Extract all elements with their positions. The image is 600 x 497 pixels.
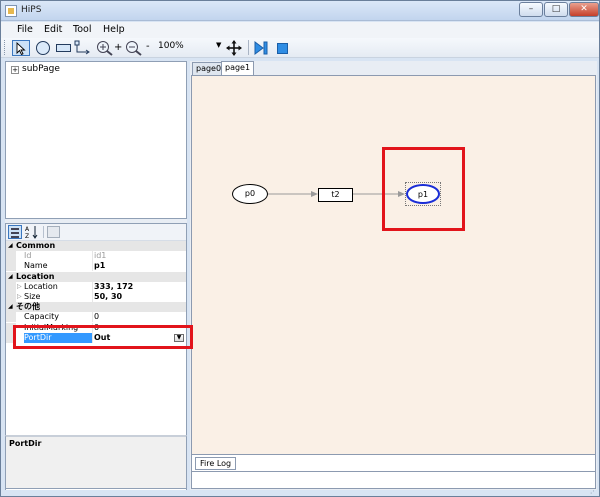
collapse-triangle-icon[interactable]: ◢ (8, 241, 13, 251)
menu-help[interactable]: Help (103, 24, 125, 35)
resize-grip-icon[interactable]: ⋰ (590, 487, 598, 495)
property-row-id[interactable]: Id id1 (6, 251, 186, 262)
zoom-level-select[interactable]: 100% ▼ (156, 41, 224, 54)
page-tree[interactable]: + subPage (5, 61, 187, 219)
property-key: Name (24, 261, 93, 272)
tab-page1[interactable]: page1 (221, 61, 255, 75)
arc-layer (268, 191, 405, 197)
property-value[interactable]: 0 (94, 312, 186, 322)
svg-text:A: A (25, 226, 30, 233)
toolbar-separator (248, 40, 249, 55)
property-row-size[interactable]: ▷ Size 50, 30 (6, 291, 186, 302)
highlight-box-property (13, 325, 193, 349)
left-panel: + subPage A Z ◢ Common Id id1 Name p1 ◢ … (5, 61, 187, 495)
category-common[interactable]: ◢ Common (6, 241, 186, 252)
step-forward-icon (254, 41, 268, 55)
place-p0[interactable]: p0 (232, 184, 268, 204)
collapse-triangle-icon[interactable]: ◢ (8, 302, 13, 312)
category-location[interactable]: ◢ Location (6, 271, 186, 282)
category-other[interactable]: ◢ その他 (6, 302, 186, 313)
menu-tool[interactable]: Tool (73, 24, 91, 35)
zoom-out-button[interactable] (125, 40, 145, 56)
category-label: Location (16, 271, 55, 281)
property-row-name[interactable]: Name p1 (6, 261, 186, 272)
property-description-title: PortDir (9, 439, 42, 448)
property-row-capacity[interactable]: Capacity 0 (6, 312, 186, 323)
rectangle-icon (56, 44, 71, 52)
minimize-button[interactable]: – (519, 2, 543, 17)
place-tool-button[interactable] (34, 40, 52, 56)
highlight-box-canvas (382, 147, 465, 231)
window-title: HiPS (21, 5, 42, 15)
transition-t2[interactable]: t2 (318, 188, 353, 202)
collapse-triangle-icon[interactable]: ◢ (8, 272, 13, 282)
property-key: Capacity (24, 312, 93, 323)
page-tabs: page0 page1 (192, 61, 597, 75)
stop-icon (277, 43, 288, 54)
zoom-level-value: 100% (158, 41, 184, 51)
tree-expander-icon[interactable]: + (11, 66, 19, 74)
status-bar (1, 490, 599, 496)
property-key: Location (24, 281, 93, 292)
property-value[interactable]: p1 (94, 261, 186, 271)
property-key: Id (24, 251, 93, 262)
app-window: HiPS – □ ✕ File Edit Tool Help + - 100% … (0, 0, 600, 497)
list-icon (11, 232, 19, 234)
zoom-out-label: - (146, 41, 150, 52)
close-button[interactable]: ✕ (569, 2, 599, 17)
expand-triangle-icon[interactable]: ▷ (17, 292, 22, 302)
sort-az-icon: A Z (25, 226, 38, 240)
cursor-arrow-icon (16, 42, 26, 55)
app-icon (5, 5, 17, 17)
arc-tool-button[interactable] (74, 40, 92, 56)
toolbar-grip[interactable] (4, 40, 7, 55)
transition-tool-button[interactable] (55, 40, 73, 56)
list-icon (11, 228, 19, 230)
menu-bar: File Edit Tool Help (1, 22, 599, 38)
menu-file[interactable]: File (17, 24, 33, 35)
property-pages-button[interactable] (47, 226, 60, 238)
title-bar[interactable]: HiPS – □ ✕ (1, 1, 599, 21)
fire-log-content (192, 471, 595, 488)
arrowhead-icon (311, 191, 318, 197)
property-row-location[interactable]: ▷ Location 333, 172 (6, 281, 186, 292)
property-description-panel: PortDir (5, 435, 187, 489)
alphabetical-sort-button[interactable]: A Z (25, 225, 39, 240)
zoom-in-button[interactable] (96, 40, 116, 56)
circle-icon (36, 41, 50, 55)
category-label: Common (16, 241, 56, 250)
stop-button[interactable] (274, 40, 292, 56)
property-key: Size (24, 291, 93, 302)
petri-net-canvas[interactable]: p0 t2 p1 (191, 75, 596, 455)
move-arrows-icon (226, 40, 242, 56)
property-grid-toolbar: A Z (6, 224, 186, 241)
zoom-in-icon (97, 41, 113, 56)
zoom-out-icon (126, 41, 142, 56)
tree-item-subpage[interactable]: subPage (22, 64, 60, 74)
svg-text:Z: Z (25, 233, 29, 239)
toolbar-separator (43, 226, 44, 238)
step-button[interactable] (252, 40, 270, 56)
toolbar: + - 100% ▼ (1, 38, 599, 58)
menu-edit[interactable]: Edit (44, 24, 62, 35)
property-value[interactable]: 333, 172 (94, 282, 186, 292)
categorized-view-button[interactable] (8, 225, 22, 239)
bottom-panel: Fire Log (191, 455, 596, 489)
pan-tool-button[interactable] (225, 40, 243, 56)
select-tool-button[interactable] (12, 40, 30, 56)
category-label: その他 (16, 302, 40, 312)
property-value: id1 (94, 251, 107, 261)
chevron-down-icon: ▼ (216, 41, 222, 49)
zoom-in-label: + (114, 42, 123, 53)
maximize-button[interactable]: □ (544, 2, 568, 17)
property-value[interactable]: 50, 30 (94, 292, 186, 302)
tab-fire-log[interactable]: Fire Log (195, 457, 237, 470)
expand-triangle-icon[interactable]: ▷ (17, 282, 22, 292)
editor-area: page0 page1 p0 t2 p1 Fire Log (190, 61, 597, 491)
list-icon (11, 236, 19, 238)
arc-connector-icon (74, 40, 90, 55)
